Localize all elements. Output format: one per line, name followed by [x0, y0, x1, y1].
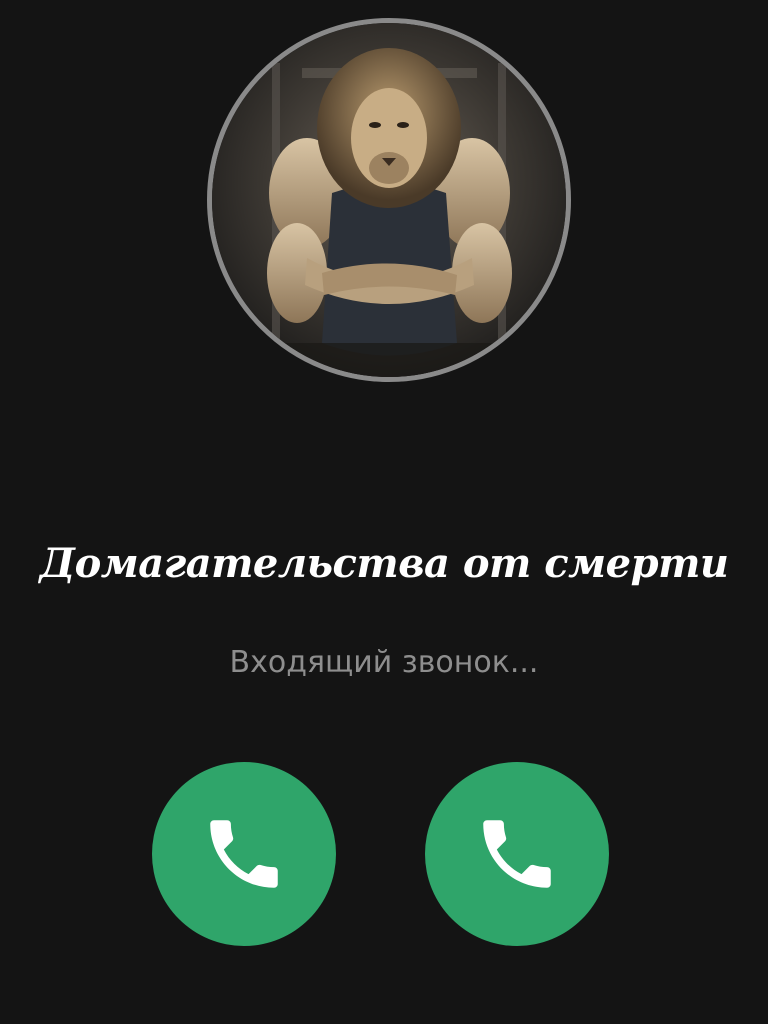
- caller-avatar: [207, 18, 571, 382]
- lion-bodybuilder-avatar: [212, 23, 566, 377]
- incoming-call-screen: Домагательства от смерти Входящий звонок…: [0, 0, 768, 1024]
- phone-icon: [210, 820, 278, 888]
- accept-call-button-secondary[interactable]: [425, 762, 609, 946]
- phone-icon: [483, 820, 551, 888]
- accept-call-button[interactable]: [152, 762, 336, 946]
- call-status: Входящий звонок...: [229, 645, 539, 680]
- caller-name: Домагательства от смерти: [39, 540, 729, 587]
